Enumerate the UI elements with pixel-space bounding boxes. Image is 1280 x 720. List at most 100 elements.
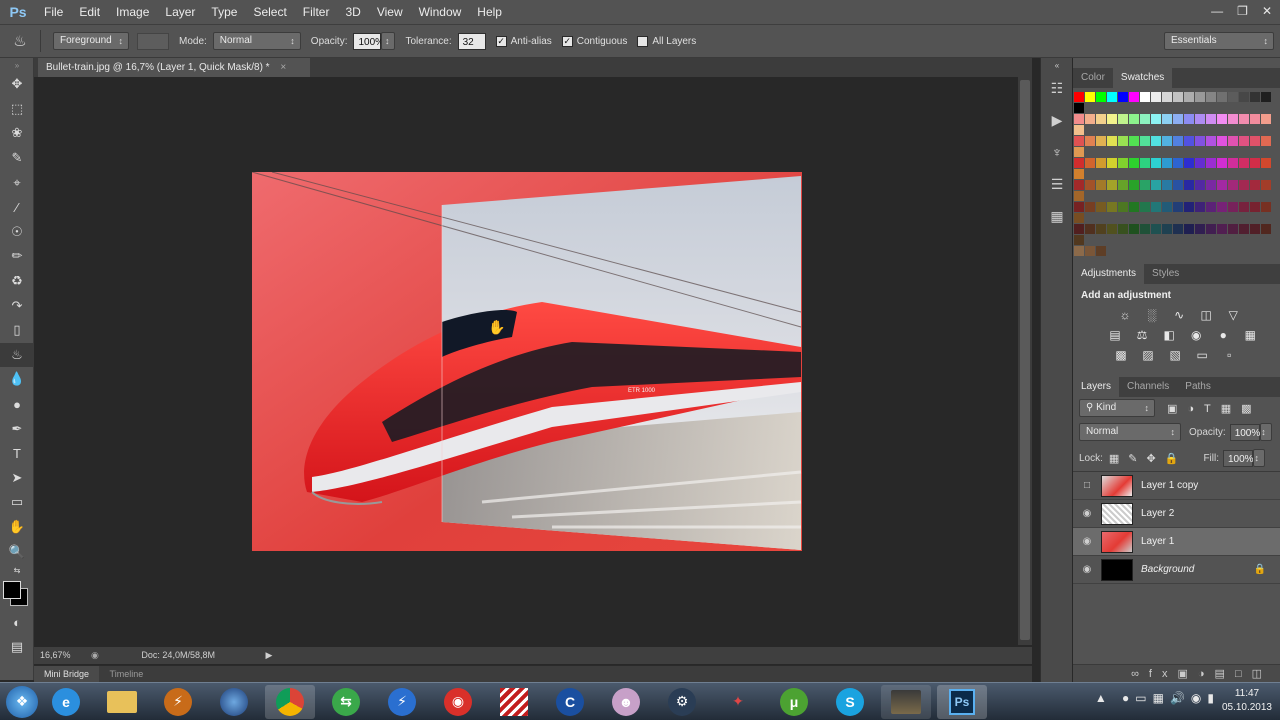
pattern-picker[interactable] — [137, 32, 169, 50]
app-red-icon[interactable]: ◉ — [433, 685, 483, 719]
swatch[interactable] — [1107, 224, 1117, 234]
workspace-select[interactable]: Essentials — [1164, 32, 1274, 50]
lock-icons[interactable]: ▦✎✥🔒 — [1109, 452, 1188, 465]
swap-colors-icon[interactable]: ⇆ — [0, 564, 34, 578]
swatch[interactable] — [1228, 114, 1238, 124]
app-x-icon[interactable]: ✦ — [713, 685, 763, 719]
brightness-icon[interactable]: ☼ — [1116, 307, 1134, 323]
swatch[interactable] — [1151, 180, 1161, 190]
toolbar-collapse-icon[interactable]: » — [0, 58, 34, 72]
utility-green-icon[interactable]: ⇆ — [321, 685, 371, 719]
swatch[interactable] — [1074, 114, 1084, 124]
swatch[interactable] — [1162, 158, 1172, 168]
paint-bucket-tool-icon[interactable]: ♨ — [0, 342, 34, 368]
swatch[interactable] — [1162, 180, 1172, 190]
zoom-level[interactable]: 16,67% — [40, 650, 71, 660]
restore-button[interactable]: ❐ — [1237, 0, 1248, 22]
layer-row[interactable]: ◉ Layer 1 — [1073, 528, 1280, 556]
swatch[interactable] — [1217, 202, 1227, 212]
google-earth-icon[interactable] — [209, 685, 259, 719]
swatch[interactable] — [1239, 158, 1249, 168]
swatch[interactable] — [1085, 180, 1095, 190]
menu-filter[interactable]: Filter — [295, 0, 338, 24]
eye-icon[interactable]: ◉ — [1073, 564, 1101, 575]
swatch[interactable] — [1261, 114, 1271, 124]
swatch[interactable] — [1085, 224, 1095, 234]
swatch[interactable] — [1162, 202, 1172, 212]
vertical-scrollbar-thumb[interactable] — [1020, 80, 1030, 640]
layer-row[interactable]: □ Layer 1 copy — [1073, 472, 1280, 500]
swatch[interactable] — [1085, 136, 1095, 146]
swatch[interactable] — [1206, 158, 1216, 168]
swatch[interactable] — [1173, 136, 1183, 146]
clone-stamp-tool-icon[interactable]: ♻ — [0, 269, 34, 294]
swatch[interactable] — [1140, 136, 1150, 146]
shape-tool-icon[interactable]: ▭ — [0, 490, 34, 515]
swatch[interactable] — [1074, 136, 1084, 146]
adjustment-layer-icon[interactable]: ◑ — [1198, 668, 1215, 680]
swatch[interactable] — [1228, 202, 1238, 212]
swatch[interactable] — [1129, 180, 1139, 190]
mask-icon[interactable]: ▣ — [1177, 668, 1197, 680]
swatch[interactable] — [1162, 92, 1172, 102]
swatch[interactable] — [1107, 158, 1117, 168]
layer-kind-filter[interactable]: ⚲ Kind — [1079, 399, 1155, 417]
exposure-icon[interactable]: ◫ — [1197, 307, 1215, 323]
document-canvas[interactable]: ETR 1000 ✋ — [252, 172, 802, 551]
steam-icon[interactable]: ⚙ — [657, 685, 707, 719]
swatch[interactable] — [1074, 103, 1084, 113]
swatch[interactable] — [1217, 158, 1227, 168]
swatch[interactable] — [1151, 224, 1161, 234]
menu-3d[interactable]: 3D — [337, 0, 368, 24]
swatch[interactable] — [1151, 136, 1161, 146]
invert-icon[interactable]: ▩ — [1112, 347, 1130, 363]
black-white-icon[interactable]: ◧ — [1160, 327, 1178, 343]
screen-mode-icon[interactable]: ▤ — [0, 634, 34, 659]
tab-mini-bridge[interactable]: Mini Bridge — [34, 666, 100, 682]
swatch[interactable] — [1173, 92, 1183, 102]
swatch[interactable] — [1096, 92, 1106, 102]
swatch[interactable] — [1162, 136, 1172, 146]
swatch[interactable] — [1184, 158, 1194, 168]
swatch[interactable] — [1228, 158, 1238, 168]
swatch[interactable] — [1151, 92, 1161, 102]
swatch[interactable] — [1239, 136, 1249, 146]
quick-selection-tool-icon[interactable]: ✎ — [0, 146, 34, 171]
swatch[interactable] — [1085, 158, 1095, 168]
swatch[interactable] — [1118, 136, 1128, 146]
swatch[interactable] — [1195, 136, 1205, 146]
posterize-icon[interactable]: ▨ — [1139, 347, 1157, 363]
blur-tool-icon[interactable]: 💧 — [0, 367, 34, 392]
tab-adjustments[interactable]: Adjustments — [1073, 264, 1145, 284]
swatch[interactable] — [1085, 114, 1095, 124]
swatch[interactable] — [1074, 180, 1084, 190]
swatch[interactable] — [1074, 147, 1084, 157]
swatch[interactable] — [1074, 92, 1084, 102]
thunderbird-blue-icon[interactable]: ⚡ — [377, 685, 427, 719]
swatch[interactable] — [1151, 158, 1161, 168]
levels-icon[interactable]: ░ — [1143, 307, 1161, 323]
swatch[interactable] — [1074, 191, 1084, 201]
swatch[interactable] — [1118, 92, 1128, 102]
swatch[interactable] — [1074, 125, 1084, 135]
swatch[interactable] — [1151, 202, 1161, 212]
swatch[interactable] — [1096, 114, 1106, 124]
hue-saturation-icon[interactable]: ▤ — [1106, 327, 1124, 343]
contiguous-checkbox[interactable]: ✓ Contiguous — [561, 35, 627, 47]
swatch[interactable] — [1074, 158, 1084, 168]
swatch[interactable] — [1140, 224, 1150, 234]
swatch[interactable] — [1140, 202, 1150, 212]
swatch[interactable] — [1261, 180, 1271, 190]
swatch[interactable] — [1239, 180, 1249, 190]
swatch[interactable] — [1261, 92, 1271, 102]
swatch[interactable] — [1173, 180, 1183, 190]
opacity-dropdown[interactable] — [381, 32, 396, 50]
mode-select[interactable]: Normal — [212, 32, 301, 50]
fx-icon[interactable]: fx — [1149, 668, 1178, 680]
swatch[interactable] — [1129, 114, 1139, 124]
swatch[interactable] — [1173, 158, 1183, 168]
swatch[interactable] — [1206, 114, 1216, 124]
menu-type[interactable]: Type — [203, 0, 245, 24]
swatch[interactable] — [1096, 246, 1106, 256]
swatch[interactable] — [1096, 202, 1106, 212]
